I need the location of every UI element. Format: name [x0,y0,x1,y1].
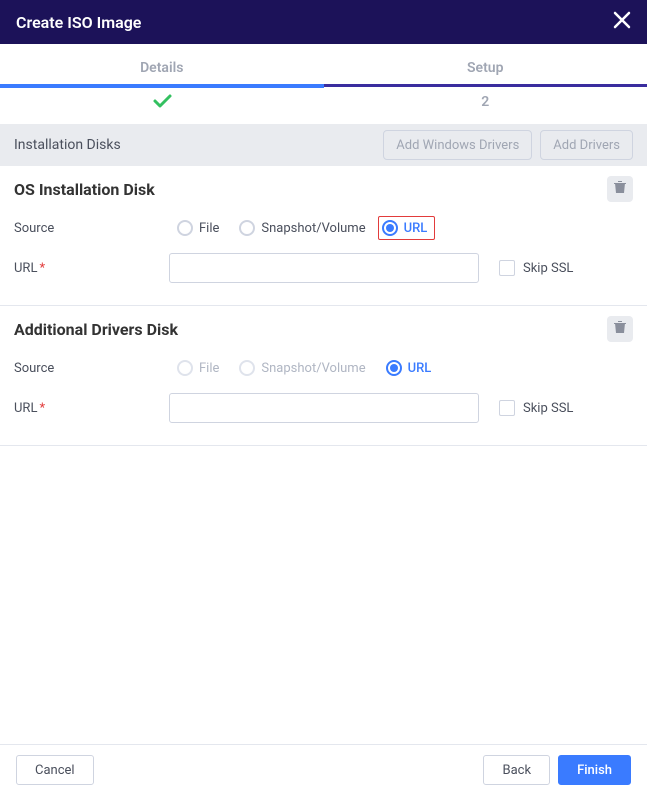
radio-icon [177,360,193,376]
drivers-url-input[interactable] [169,393,479,423]
os-installation-disk-title: OS Installation Disk [14,180,633,199]
os-installation-disk-panel: OS Installation Disk Source File Snapsho… [0,166,647,306]
close-icon[interactable] [613,11,631,34]
radio-label: URL [408,361,432,376]
os-skip-ssl-checkbox[interactable] [499,260,515,276]
installation-disks-bar: Installation Disks Add Windows Drivers A… [0,124,647,166]
check-icon [150,89,174,117]
os-url-input[interactable] [169,253,479,283]
radio-label: Snapshot/Volume [261,221,365,236]
os-source-radio-group: File Snapshot/Volume URL [169,216,435,240]
trash-icon [614,320,626,338]
radio-icon [239,220,255,236]
finish-button[interactable]: Finish [558,755,631,785]
modal-footer: Cancel Back Finish [0,744,647,795]
additional-drivers-disk-title: Additional Drivers Disk [14,320,633,339]
delete-drivers-disk-button[interactable] [607,316,633,342]
drivers-source-radio-url[interactable]: URL [378,356,440,380]
radio-icon [177,220,193,236]
modal-title: Create ISO Image [16,13,141,32]
cancel-button[interactable]: Cancel [16,755,94,785]
wizard-step-label: Setup [324,60,647,84]
drivers-skip-ssl-checkbox[interactable] [499,400,515,416]
additional-drivers-disk-panel: Additional Drivers Disk Source File Snap… [0,306,647,446]
back-button[interactable]: Back [483,755,550,785]
os-source-radio-url[interactable]: URL [378,216,436,240]
wizard-step-details[interactable]: Details [0,60,324,118]
drivers-source-radio-file[interactable]: File [169,356,227,380]
os-skip-ssl-label[interactable]: Skip SSL [523,261,573,276]
radio-label: Snapshot/Volume [261,361,365,376]
radio-icon [239,360,255,376]
wizard-step-label: Details [0,60,324,84]
installation-disks-label: Installation Disks [14,137,121,153]
url-label: URL [14,261,169,276]
radio-icon [382,220,398,236]
wizard-step-setup[interactable]: Setup 2 [324,60,647,118]
wizard-step-indicator [0,88,324,118]
modal-header: Create ISO Image [0,0,647,44]
drivers-skip-ssl-label[interactable]: Skip SSL [523,401,573,416]
add-drivers-button[interactable]: Add Drivers [540,130,633,160]
wizard-step-indicator: 2 [324,87,647,117]
radio-label: URL [404,221,428,236]
os-source-radio-snapshot[interactable]: Snapshot/Volume [231,216,373,240]
drivers-source-radio-group: File Snapshot/Volume URL [169,356,439,380]
radio-label: File [199,361,219,376]
wizard-steps: Details Setup 2 [0,60,647,118]
radio-icon [386,360,402,376]
source-label: Source [14,361,169,376]
drivers-source-radio-snapshot[interactable]: Snapshot/Volume [231,356,373,380]
os-source-radio-file[interactable]: File [169,216,227,240]
url-label: URL [14,401,169,416]
add-windows-drivers-button[interactable]: Add Windows Drivers [383,130,532,160]
radio-label: File [199,221,219,236]
source-label: Source [14,221,169,236]
trash-icon [614,180,626,198]
delete-os-disk-button[interactable] [607,176,633,202]
